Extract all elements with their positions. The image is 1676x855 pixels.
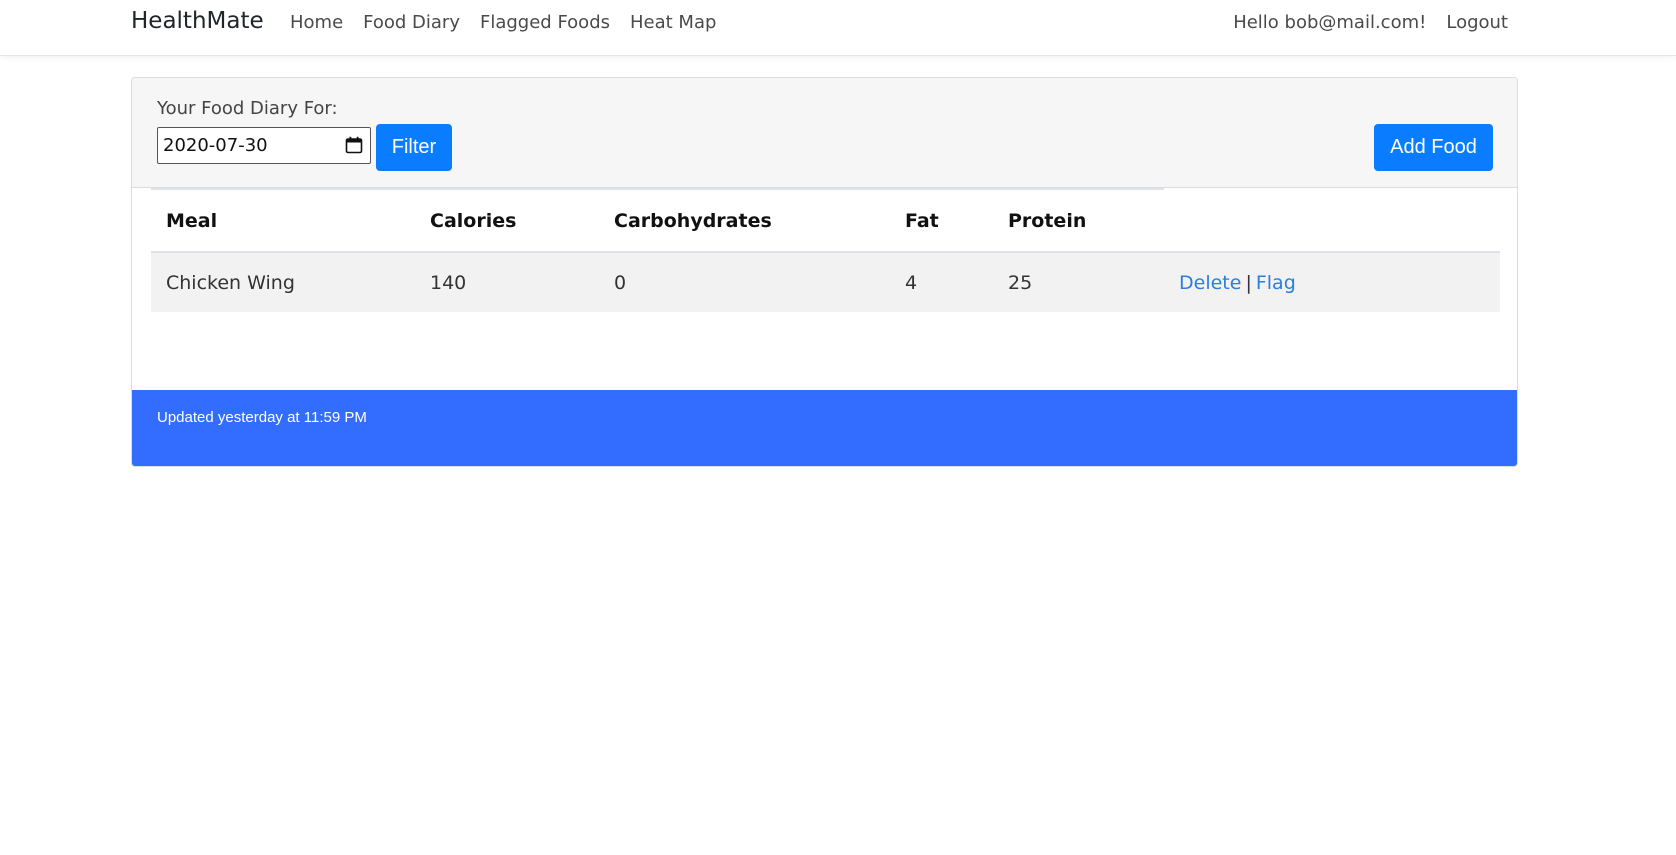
cell-calories: 140 <box>415 252 599 312</box>
top-navbar: HealthMate Home Food Diary Flagged Foods… <box>0 0 1676 56</box>
nav-link-heat-map[interactable]: Heat Map <box>630 12 716 33</box>
updated-timestamp: Updated yesterday at 11:59 PM <box>157 409 367 426</box>
nav-link-home[interactable]: Home <box>290 12 343 33</box>
card-footer: Updated yesterday at 11:59 PM <box>132 390 1517 466</box>
header-meal: Meal <box>151 188 415 253</box>
brand-logo[interactable]: HealthMate <box>131 8 264 34</box>
cell-meal: Chicken Wing <box>151 252 415 312</box>
cell-actions: Delete | Flag <box>1164 252 1500 312</box>
cell-carbohydrates: 0 <box>599 252 890 312</box>
flag-link[interactable]: Flag <box>1256 272 1296 294</box>
cell-protein: 25 <box>993 252 1164 312</box>
action-separator: | <box>1245 271 1252 294</box>
diary-date-label: Your Food Diary For: <box>157 98 338 119</box>
nav-links: Home Food Diary Flagged Foods Heat Map <box>290 12 716 33</box>
date-value: 2020-07-30 <box>163 135 268 156</box>
nav-link-food-diary[interactable]: Food Diary <box>363 12 460 33</box>
filter-button[interactable]: Filter <box>376 124 452 171</box>
header-carbohydrates: Carbohydrates <box>599 188 890 253</box>
header-calories: Calories <box>415 188 599 253</box>
cell-fat: 4 <box>890 252 993 312</box>
food-diary-card: Your Food Diary For: 2020-07-30 Filter A… <box>131 77 1518 467</box>
calendar-icon[interactable] <box>345 136 363 154</box>
table-header-row: Meal Calories Carbohydrates Fat Protein <box>151 188 1500 253</box>
nav-user-area: Hello bob@mail.com! Logout <box>1233 12 1508 33</box>
table-row: Chicken Wing 140 0 4 25 Delete | Flag <box>151 252 1500 312</box>
add-food-button[interactable]: Add Food <box>1374 124 1493 171</box>
logout-link[interactable]: Logout <box>1446 12 1508 33</box>
header-protein: Protein <box>993 188 1164 253</box>
card-header: Your Food Diary For: 2020-07-30 Filter A… <box>132 78 1517 188</box>
nav-link-flagged-foods[interactable]: Flagged Foods <box>480 12 610 33</box>
header-fat: Fat <box>890 188 993 253</box>
user-greeting: Hello bob@mail.com! <box>1233 12 1427 33</box>
delete-link[interactable]: Delete <box>1179 272 1241 294</box>
date-input[interactable]: 2020-07-30 <box>157 127 371 164</box>
food-diary-table: Meal Calories Carbohydrates Fat Protein … <box>151 188 1500 312</box>
header-actions <box>1164 189 1500 253</box>
